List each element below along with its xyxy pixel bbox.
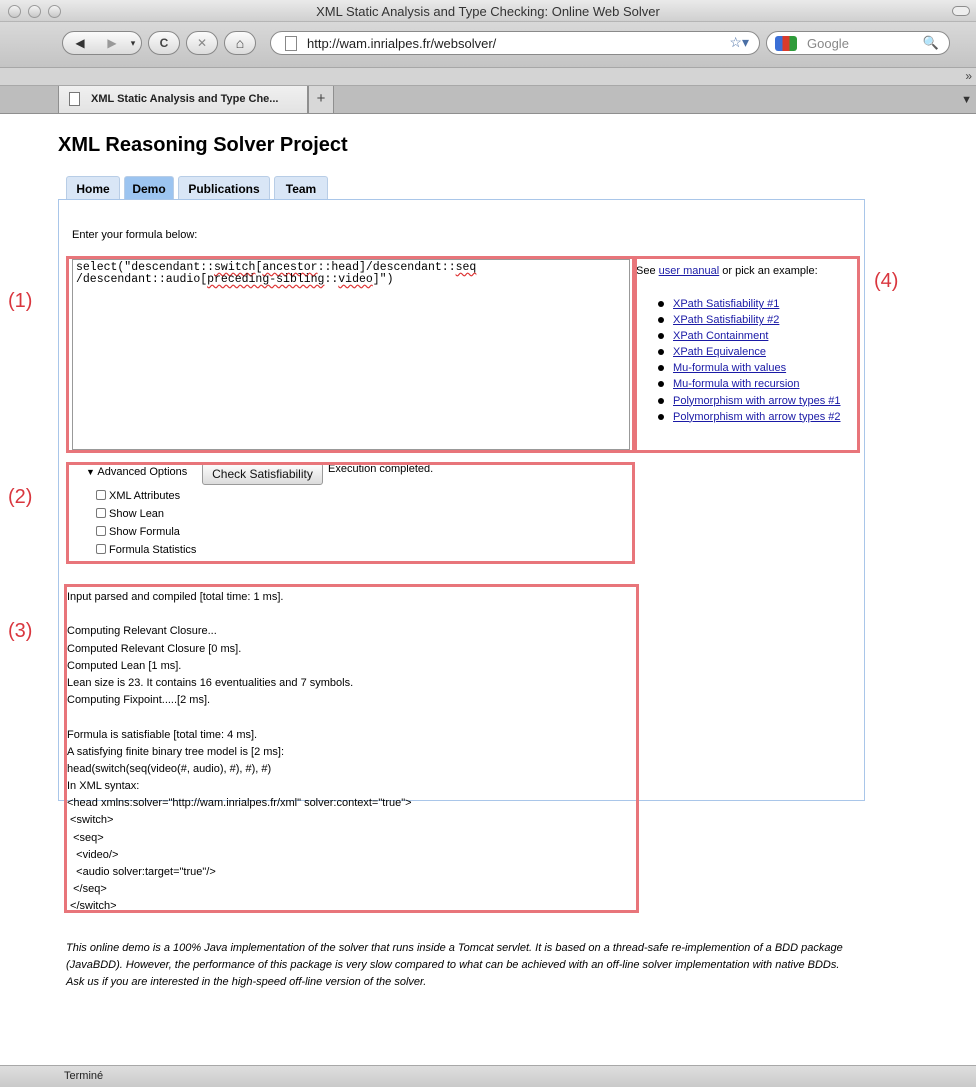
bookmark-star-icon[interactable]: ☆▾ xyxy=(729,34,749,51)
back-icon[interactable]: ◀ xyxy=(63,32,97,54)
annotation-box-2 xyxy=(66,462,635,564)
annotation-label-1: (1) xyxy=(8,290,33,312)
back-forward-group: ◀ ▶ ▾ xyxy=(62,31,142,55)
page-icon xyxy=(285,36,297,51)
bookmarks-overflow-icon[interactable]: » xyxy=(965,69,972,83)
tab-demo[interactable]: Demo xyxy=(124,176,174,200)
annotation-label-4: (4) xyxy=(874,270,899,292)
formula-prompt: Enter your formula below: xyxy=(72,229,198,241)
annotation-box-4 xyxy=(634,256,860,453)
window-titlebar: XML Static Analysis and Type Checking: O… xyxy=(0,0,976,22)
tab-team[interactable]: Team xyxy=(274,176,328,200)
browser-tab-title: XML Static Analysis and Type Che... xyxy=(91,93,279,105)
status-text: Terminé xyxy=(64,1070,104,1082)
history-chevron-icon[interactable]: ▾ xyxy=(125,32,141,54)
footer-note: This online demo is a 100% Java implemen… xyxy=(66,942,843,988)
forward-icon[interactable]: ▶ xyxy=(97,32,127,54)
search-bar[interactable]: Google 🔍 xyxy=(766,31,950,55)
annotation-box-1 xyxy=(66,256,635,453)
tab-home[interactable]: Home xyxy=(66,176,120,200)
toolbar-toggle-icon[interactable] xyxy=(952,6,970,16)
reload-button[interactable]: C xyxy=(148,31,180,55)
annotation-label-2: (2) xyxy=(8,486,33,508)
new-tab-button[interactable]: + xyxy=(308,86,334,114)
bookmarks-bar: » xyxy=(0,68,976,86)
url-bar[interactable]: http://wam.inrialpes.fr/websolver/ ☆▾ xyxy=(270,31,760,55)
page-icon xyxy=(69,92,80,106)
url-text[interactable]: http://wam.inrialpes.fr/websolver/ xyxy=(307,36,496,51)
window-title: XML Static Analysis and Type Checking: O… xyxy=(316,4,660,19)
page-title: XML Reasoning Solver Project xyxy=(58,134,348,156)
tab-strip: XML Static Analysis and Type Che... + ▼ xyxy=(0,86,976,114)
annotation-label-3: (3) xyxy=(8,620,33,642)
annotation-box-3 xyxy=(64,584,639,913)
status-bar: Terminé xyxy=(0,1065,976,1087)
browser-toolbar: ◀ ▶ ▾ C ✕ ⌂ http://wam.inrialpes.fr/webs… xyxy=(0,22,976,68)
tab-publications[interactable]: Publications xyxy=(178,176,270,200)
browser-tab-active[interactable]: XML Static Analysis and Type Che... xyxy=(58,86,308,114)
search-icon[interactable]: 🔍 xyxy=(923,35,939,51)
search-engine-icon[interactable] xyxy=(775,36,797,51)
stop-button[interactable]: ✕ xyxy=(186,31,218,55)
search-input[interactable]: Google xyxy=(807,36,849,51)
tab-list-icon[interactable]: ▼ xyxy=(961,94,972,106)
home-button[interactable]: ⌂ xyxy=(224,31,256,55)
